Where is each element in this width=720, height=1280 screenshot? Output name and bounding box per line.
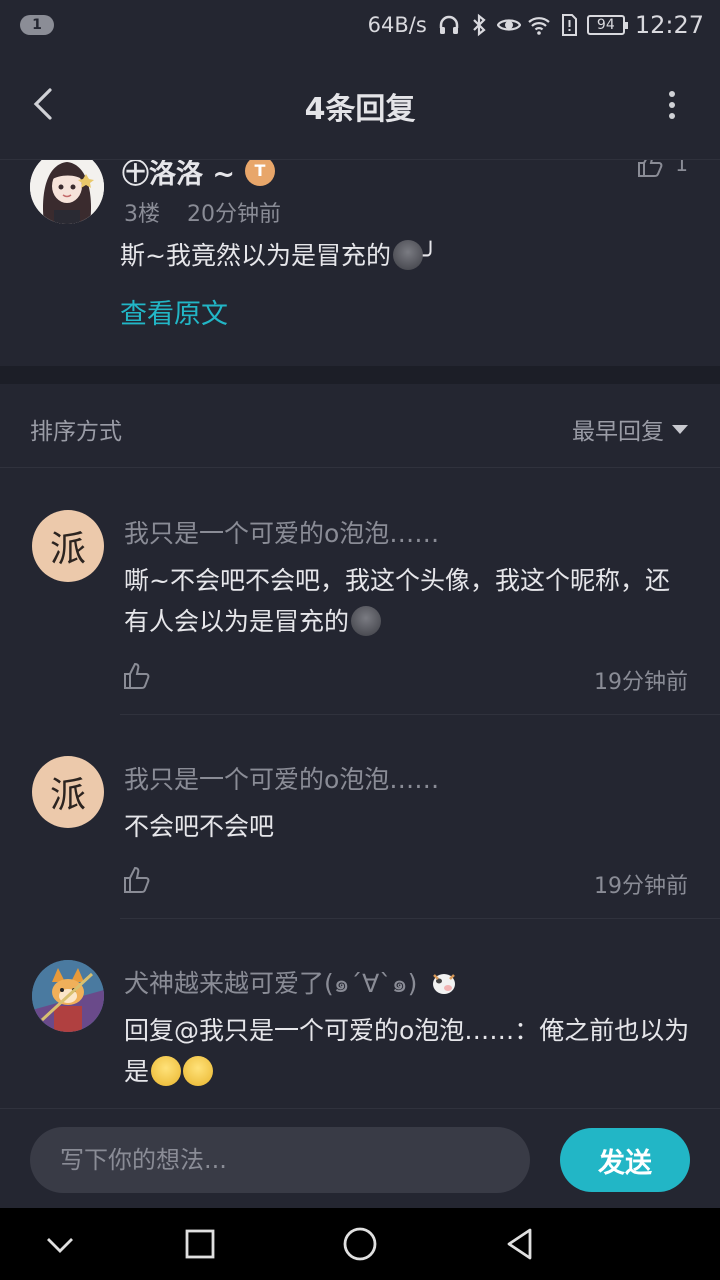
thumbs-up-icon[interactable] [122,662,152,690]
anime-girl-avatar-image [30,160,104,224]
avatar[interactable] [30,160,104,224]
author-name[interactable]: ㊉洛洛 ~ [122,160,235,191]
smile-emoji-icon [151,1056,182,1086]
avatar[interactable] [32,960,104,1032]
clock: 12:27 [634,11,704,39]
avatar-character: 派 [49,775,86,816]
avatar[interactable]: 派 [32,510,104,582]
battery-indicator: 94 [586,15,628,35]
notification-count-badge: 1 [20,15,54,35]
original-comment: ㊉洛洛 ~ T 1 3楼 20分钟前 斯~我竟然以为是冒充的 ╯ 查看原文 [0,160,720,366]
comment-text-body: 斯~我竟然以为是冒充的 [120,241,391,270]
fox-character-avatar-image [32,960,104,1032]
comment-time: 20分钟前 [187,202,281,227]
comment-text: 斯~我竟然以为是冒充的 ╯ [120,236,438,272]
reply-author-name[interactable]: 我只是一个可爱的o泡泡…… [124,760,439,796]
reply-text: 不会吧不会吧 [124,812,275,841]
caret-down-icon [672,424,688,434]
avatar-character: 派 [49,529,86,570]
reply-time: 19分钟前 [594,670,688,695]
sort-selected-value: 最早回复 [572,419,664,445]
reply-text: 嘶~不会吧不会吧，我这个头像，我这个昵称，还有人会以为是冒充的 [124,560,694,642]
smile-emoji-icon [183,1056,214,1086]
reply-item: 犬神越来越可爱了(๑´∀`๑) 回复@我只是一个可爱的o泡泡……：俺之前也以为是 [0,920,720,1108]
recent-apps-square-icon[interactable] [180,1224,220,1264]
section-divider [0,366,720,384]
headphones-icon [439,15,459,34]
reply-separator [120,918,720,919]
comment-input[interactable] [30,1127,530,1193]
view-original-link[interactable]: 查看原文 [120,292,228,331]
floor-number: 3楼 [124,202,160,227]
reply-text: 回复@我只是一个可爱的o泡泡……：俺之前也以为是 [124,1010,694,1092]
cow-emoji-icon [433,974,456,994]
avatar[interactable]: 派 [32,756,104,828]
comment-input-bar: 发送 [0,1108,720,1208]
home-circle-icon[interactable] [340,1224,380,1264]
page-title: 4条回复 [304,92,416,127]
reply-text-body: 嘶~不会吧不会吧，我这个头像，我这个昵称，还有人会以为是冒充的 [124,566,670,636]
wifi-icon [528,17,550,35]
send-button[interactable]: 发送 [560,1128,690,1192]
reply-time: 19分钟前 [594,874,688,899]
reply-author-name[interactable]: 犬神越来越可爱了(๑´∀`๑) [124,964,459,1004]
status-icons: 64B/s 94 12:27 [368,0,704,50]
reply-author-name[interactable]: 我只是一个可爱的o泡泡…… [124,514,439,550]
like-count: 1 [675,160,688,176]
more-options-icon[interactable] [662,86,682,126]
comment-text-suffix: ╯ [422,241,439,270]
comment-meta: 3楼 20分钟前 [124,196,281,228]
eye-icon [496,19,521,31]
dark-face-emoji-icon [392,240,423,270]
status-bar: 1 64B/s 94 12:27 [0,0,720,50]
system-navigation-bar [0,1208,720,1280]
thumbs-up-icon[interactable] [122,866,152,894]
thumbs-up-icon[interactable] [636,160,664,178]
back-triangle-icon[interactable] [500,1224,540,1264]
sort-label: 排序方式 [30,419,122,445]
reply-item: 派 我只是一个可爱的o泡泡…… 嘶~不会吧不会吧，我这个头像，我这个昵称，还有人… [0,468,720,716]
reply-author-name-text: 犬神越来越可爱了(๑´∀`๑) [124,969,418,998]
network-speed: 64B/s [367,13,427,37]
dark-face-emoji-icon [351,606,382,636]
chevron-down-icon[interactable] [40,1224,80,1264]
sort-bar: 排序方式 最早回复 [0,384,720,468]
bluetooth-icon [473,13,486,37]
reply-separator [120,714,720,715]
sim-alert-icon [561,14,577,36]
reply-item: 派 我只是一个可爱的o泡泡…… 不会吧不会吧 19分钟前 [0,716,720,920]
header: 4条回复 [0,50,720,160]
level-badge: T [245,160,275,186]
sort-dropdown[interactable]: 最早回复 [572,412,688,446]
